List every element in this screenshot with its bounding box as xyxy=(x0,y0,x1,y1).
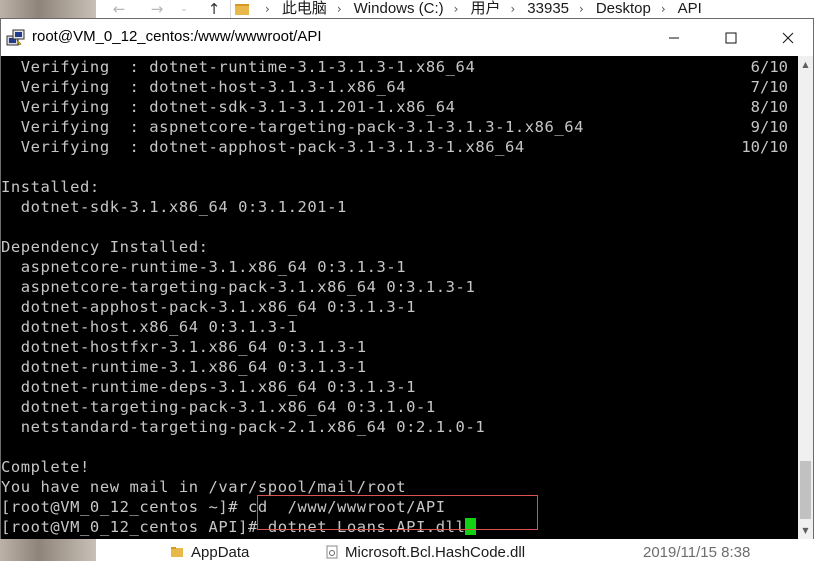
terminal-line: dotnet-hostfxr-3.1.x86_64 0:3.1.3-1 xyxy=(1,338,367,356)
terminal-line: aspnetcore-targeting-pack-3.1.x86_64 0:3… xyxy=(1,278,476,296)
terminal-line: dotnet-apphost-pack-3.1.x86_64 0:3.1.3-1 xyxy=(1,298,417,316)
terminal-line: aspnetcore-runtime-3.1.x86_64 0:3.1.3-1 xyxy=(1,258,407,276)
chevron-right-icon[interactable]: › xyxy=(579,2,584,16)
vertical-scrollbar[interactable]: ▲ ▼ xyxy=(798,56,813,539)
explorer-thumbnail xyxy=(0,539,96,561)
terminal-line: dotnet-host.x86_64 0:3.1.3-1 xyxy=(1,318,298,336)
maximize-icon xyxy=(725,32,737,43)
prompt: [root@VM_0_12_centos API]# xyxy=(1,518,268,536)
dependency-header: Dependency Installed: xyxy=(1,238,209,256)
terminal-line: netstandard-targeting-pack-2.1.x86_64 0:… xyxy=(1,418,486,436)
file-name[interactable]: AppData xyxy=(191,544,249,561)
terminal-line: Verifying : aspnetcore-targeting-pack-3.… xyxy=(1,118,585,136)
terminal-line: Verifying : dotnet-sdk-3.1-3.1.201-1.x86… xyxy=(1,98,456,116)
verify-count: 8/10 xyxy=(750,98,788,116)
scroll-down-icon[interactable]: ▼ xyxy=(798,522,813,539)
maximize-button[interactable] xyxy=(702,19,760,56)
chevron-right-icon[interactable]: › xyxy=(661,2,666,16)
close-button[interactable] xyxy=(759,19,814,56)
explorer-address-bar: ← → ⌄ ↑ › 此电脑 › Windows (C:) › 用户 › 3393… xyxy=(0,0,814,18)
verify-count: 7/10 xyxy=(750,78,788,96)
forward-arrow-icon[interactable]: → xyxy=(146,0,168,18)
terminal-line: Verifying : dotnet-host-3.1.3-1.x86_64 xyxy=(1,78,407,96)
terminal-line: dotnet-runtime-deps-3.1.x86_64 0:3.1.3-1 xyxy=(1,378,417,396)
verify-count: 9/10 xyxy=(750,118,788,136)
breadcrumb-this-pc[interactable]: 此电脑 xyxy=(282,0,327,18)
breadcrumb-api[interactable]: API xyxy=(678,0,702,18)
breadcrumb-desktop[interactable]: Desktop xyxy=(596,0,651,18)
breadcrumb-drive-c[interactable]: Windows (C:) xyxy=(354,0,444,18)
verify-count: 10/10 xyxy=(741,138,788,156)
minimize-icon xyxy=(669,37,679,38)
window-title: root@VM_0_12_centos:/www/wwwroot/API xyxy=(32,28,322,45)
terminal-line: dotnet-runtime-3.1.x86_64 0:3.1.3-1 xyxy=(1,358,367,376)
chevron-right-icon[interactable]: › xyxy=(265,2,270,16)
terminal-titlebar[interactable]: root@VM_0_12_centos:/www/wwwroot/API xyxy=(1,19,813,56)
chevron-right-icon[interactable]: › xyxy=(510,2,515,16)
breadcrumb-users[interactable]: 用户 xyxy=(470,0,500,18)
installed-header: Installed: xyxy=(1,178,100,196)
scrollbar-thumb[interactable] xyxy=(800,461,811,519)
highlight-annotation xyxy=(257,495,538,530)
putty-icon xyxy=(6,29,25,46)
terminal-line: dotnet-sdk-3.1.x86_64 0:3.1.201-1 xyxy=(1,198,347,216)
mail-notice: You have new mail in /var/spool/mail/roo… xyxy=(1,478,407,496)
terminal-window: root@VM_0_12_centos:/www/wwwroot/API Ver… xyxy=(0,18,814,539)
recent-dropdown-icon[interactable]: ⌄ xyxy=(178,0,190,18)
chevron-right-icon[interactable]: › xyxy=(454,2,459,16)
terminal-screen[interactable]: Verifying : dotnet-runtime-3.1-3.1.3-1.x… xyxy=(1,56,798,539)
minimize-button[interactable] xyxy=(645,19,703,56)
terminal-line: Verifying : dotnet-apphost-pack-3.1-3.1.… xyxy=(1,138,525,156)
close-icon xyxy=(782,32,794,43)
explorer-file-row[interactable]: AppData Microsoft.Bcl.HashCode.dll 2019/… xyxy=(0,539,814,561)
scroll-up-icon[interactable]: ▲ xyxy=(798,56,813,73)
folder-icon xyxy=(171,547,183,557)
dll-file-icon xyxy=(326,545,338,559)
explorer-thumbnail xyxy=(0,0,96,18)
terminal-line: Verifying : dotnet-runtime-3.1-3.1.3-1.x… xyxy=(1,58,476,76)
verify-count: 6/10 xyxy=(750,58,788,76)
terminal-line: dotnet-targeting-pack-3.1.x86_64 0:3.1.0… xyxy=(1,398,436,416)
chevron-right-icon[interactable]: › xyxy=(337,2,342,16)
file-name[interactable]: Microsoft.Bcl.HashCode.dll xyxy=(345,544,525,561)
back-arrow-icon[interactable]: ← xyxy=(108,0,130,18)
file-date: 2019/11/15 8:38 xyxy=(643,544,751,561)
complete-message: Complete! xyxy=(1,458,90,476)
breadcrumb[interactable]: › 此电脑 › Windows (C:) › 用户 › 33935 › Desk… xyxy=(230,0,702,18)
folder-icon xyxy=(235,3,249,15)
breadcrumb-user[interactable]: 33935 xyxy=(527,0,569,18)
up-arrow-icon[interactable]: ↑ xyxy=(203,0,225,18)
